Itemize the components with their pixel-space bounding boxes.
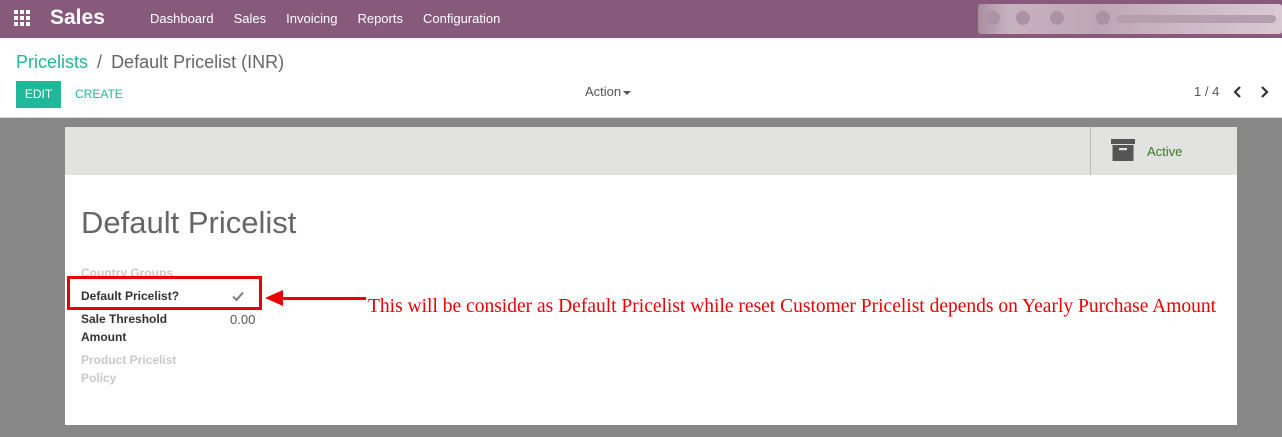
archive-icon [1111, 139, 1135, 161]
blurred-username [1116, 15, 1276, 23]
sale-threshold-label-line2: Amount [81, 330, 127, 344]
annotation-text: This will be consider as Default Priceli… [368, 296, 1217, 317]
active-label: Active [1147, 144, 1183, 159]
main-menu: Dashboard Sales Invoicing Reports Config… [150, 11, 520, 26]
menu-item-sales[interactable]: Sales [234, 11, 267, 26]
sale-threshold-value: 0.00 [230, 312, 256, 327]
edit-button[interactable]: EDIT [16, 81, 61, 108]
control-panel: Pricelists / Default Pricelist (INR) EDI… [0, 38, 1282, 118]
blurred-activity-icon [1016, 11, 1030, 25]
breadcrumb: Pricelists / Default Pricelist (INR) [16, 52, 284, 73]
menu-item-invoicing[interactable]: Invoicing [286, 11, 337, 26]
sale-threshold-label: Sale Threshold Amount [81, 310, 167, 346]
annotation-arrow-line [282, 297, 366, 300]
breadcrumb-current: Default Pricelist (INR) [111, 52, 285, 72]
blurred-user-area [978, 4, 1282, 34]
blurred-debug-icon [1050, 11, 1064, 25]
product-pricelist-policy-label: Product Pricelist Policy [81, 351, 176, 387]
product-policy-label-line2: Policy [81, 371, 117, 385]
app-title: Sales [50, 6, 105, 29]
breadcrumb-separator: / [97, 52, 103, 72]
chevron-right-icon[interactable] [1258, 85, 1270, 99]
menu-item-reports[interactable]: Reports [357, 11, 403, 26]
blurred-chat-icon [986, 11, 1000, 25]
caret-down-icon [623, 90, 632, 95]
action-dropdown[interactable]: Action [585, 84, 632, 99]
annotation-highlight-box [67, 276, 262, 310]
active-toggle-button[interactable]: Active [1090, 127, 1237, 175]
action-label: Action [585, 84, 622, 99]
menu-item-configuration[interactable]: Configuration [423, 11, 500, 26]
sheet-button-box: Active [65, 127, 1237, 175]
product-policy-label-line1: Product Pricelist [81, 353, 177, 367]
menu-item-dashboard[interactable]: Dashboard [150, 11, 214, 26]
sale-threshold-label-line1: Sale Threshold [81, 312, 168, 326]
create-button[interactable]: CREATE [75, 81, 123, 108]
chevron-left-icon[interactable] [1232, 85, 1244, 99]
record-title: Default Pricelist [81, 205, 297, 240]
blurred-avatar-icon [1096, 11, 1110, 25]
pager-value: 1 / 4 [1194, 84, 1220, 99]
breadcrumb-pricelists-link[interactable]: Pricelists [16, 52, 88, 72]
annotation-arrow-head [265, 290, 283, 306]
apps-grid-icon[interactable] [14, 10, 32, 26]
